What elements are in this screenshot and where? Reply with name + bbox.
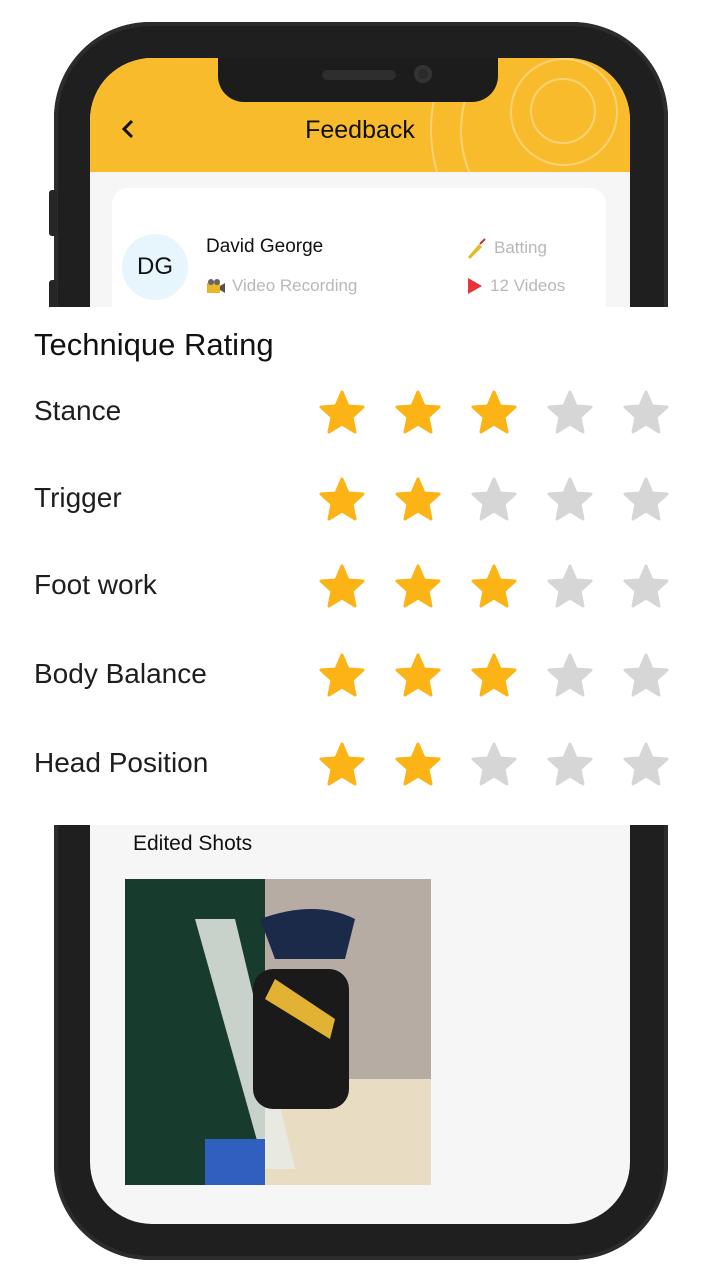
star-empty-icon[interactable] (622, 652, 670, 700)
avatar: DG (122, 234, 188, 300)
rating-label: Stance (34, 395, 122, 426)
front-camera (414, 65, 432, 83)
rating-row: Stance (0, 383, 720, 443)
phone-side-button (49, 190, 57, 236)
technique-rating-title: Technique Rating (34, 327, 274, 362)
player-name: David George (206, 236, 324, 257)
speaker (322, 70, 396, 80)
star-empty-icon[interactable] (622, 476, 670, 524)
star-filled-icon[interactable] (470, 563, 518, 611)
skill: Batting (464, 236, 547, 260)
skill-label: Batting (494, 238, 547, 257)
star-rating[interactable] (318, 741, 670, 789)
star-empty-icon[interactable] (622, 741, 670, 789)
page-title: Feedback (305, 116, 415, 144)
rating-label: Head Position (34, 747, 209, 778)
video-camera-icon (207, 279, 225, 293)
star-filled-icon[interactable] (394, 563, 442, 611)
star-rating[interactable] (318, 652, 670, 700)
play-icon (468, 278, 482, 294)
rating-label: Trigger (34, 482, 122, 513)
star-empty-icon[interactable] (622, 389, 670, 437)
star-empty-icon[interactable] (546, 476, 594, 524)
rating-row: Body Balance (0, 646, 720, 706)
recording-type: Video Recording (206, 276, 357, 296)
player-card: DG David George Video Recording Batting … (112, 188, 606, 318)
star-filled-icon[interactable] (318, 389, 366, 437)
star-filled-icon[interactable] (394, 476, 442, 524)
star-filled-icon[interactable] (394, 741, 442, 789)
star-filled-icon[interactable] (394, 389, 442, 437)
edited-shot-thumbnail[interactable] (125, 879, 431, 1185)
phone-side-button (49, 280, 57, 310)
rating-row: Head Position (0, 735, 720, 795)
rating-label: Body Balance (34, 658, 207, 689)
star-filled-icon[interactable] (318, 563, 366, 611)
star-empty-icon[interactable] (470, 741, 518, 789)
cricket-bat-icon (468, 238, 486, 259)
star-empty-icon[interactable] (546, 389, 594, 437)
star-filled-icon[interactable] (394, 652, 442, 700)
edited-shots-title: Edited Shots (133, 832, 253, 855)
video-count: 12 Videos (464, 276, 565, 296)
technique-rating-panel: Technique Rating Stance Trigger Foot work B… (0, 307, 720, 825)
star-rating[interactable] (318, 389, 670, 437)
star-filled-icon[interactable] (318, 741, 366, 789)
star-filled-icon[interactable] (470, 389, 518, 437)
star-empty-icon[interactable] (546, 741, 594, 789)
recording-type-label: Video Recording (232, 276, 358, 295)
rating-row: Foot work (0, 557, 720, 617)
header-bar: Feedback (90, 58, 630, 172)
phone-notch (218, 58, 498, 102)
avatar-initials: DG (137, 253, 173, 280)
star-empty-icon[interactable] (470, 476, 518, 524)
video-count-label: 12 Videos (490, 276, 566, 295)
star-empty-icon[interactable] (622, 563, 670, 611)
rating-label: Foot work (34, 569, 157, 600)
star-rating[interactable] (318, 476, 670, 524)
star-empty-icon[interactable] (546, 563, 594, 611)
star-filled-icon[interactable] (470, 652, 518, 700)
star-filled-icon[interactable] (318, 652, 366, 700)
star-rating[interactable] (318, 563, 670, 611)
star-filled-icon[interactable] (318, 476, 366, 524)
star-empty-icon[interactable] (546, 652, 594, 700)
batsman-photo (125, 879, 431, 1185)
rating-row: Trigger (0, 470, 720, 530)
